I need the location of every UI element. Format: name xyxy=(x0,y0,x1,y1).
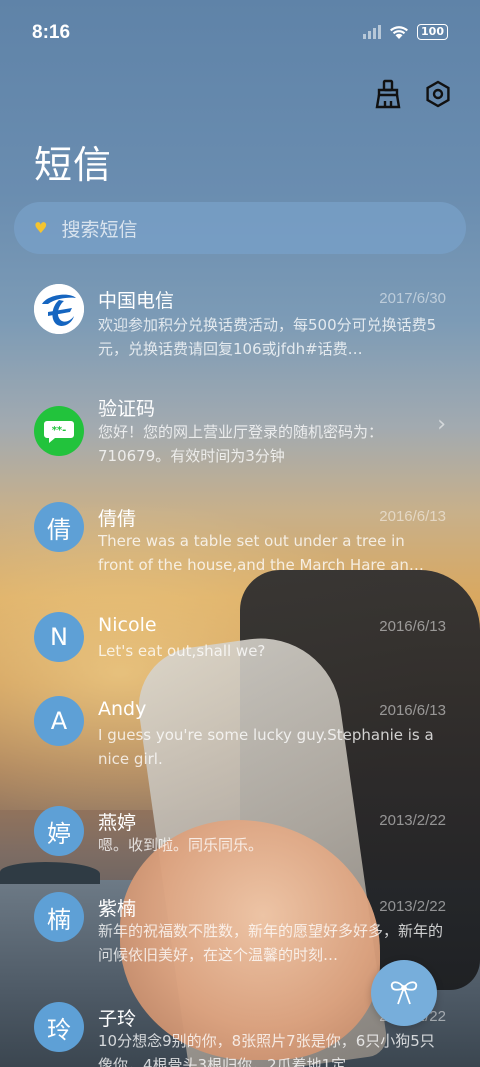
thread-name: 子玲 xyxy=(98,1008,137,1030)
thread-name: 紫楠 xyxy=(98,898,137,920)
search-input[interactable]: ♥ 搜索短信 xyxy=(14,202,466,254)
battery-indicator: 100 xyxy=(417,24,448,40)
thread-date: 2016/6/13 xyxy=(379,508,446,525)
thread-preview: I guess you're some lucky guy.Stephanie … xyxy=(98,726,434,768)
broom-icon xyxy=(375,79,401,109)
thread-date: 2016/6/13 xyxy=(379,618,446,635)
bow-icon xyxy=(390,981,418,1005)
status-bar: 8:16 100 xyxy=(0,0,480,64)
chat-bubble-icon: **- xyxy=(34,406,84,456)
svg-text:**-: **- xyxy=(52,425,67,436)
thread-name: Nicole xyxy=(98,614,157,636)
thread-name: 倩倩 xyxy=(98,508,137,530)
thread-name: 燕婷 xyxy=(98,812,137,834)
thread-name: 中国电信 xyxy=(98,290,175,312)
china-telecom-logo xyxy=(34,284,84,334)
thread-name: Andy xyxy=(98,698,147,720)
avatar: 楠 xyxy=(34,892,84,942)
avatar: A xyxy=(34,696,84,746)
avatar: 婷 xyxy=(34,806,84,856)
heart-icon: ♥ xyxy=(34,219,48,237)
search-placeholder: 搜索短信 xyxy=(61,218,138,241)
thread-date: 2016/6/13 xyxy=(379,702,446,719)
settings-icon xyxy=(426,80,450,108)
thread-date: 2013/2/22 xyxy=(379,898,446,915)
thread-preview: There was a table set out under a tree i… xyxy=(98,532,424,574)
compose-button[interactable] xyxy=(371,960,437,1026)
avatar: 倩 xyxy=(34,502,84,552)
page-title: 短信 xyxy=(34,143,113,187)
wifi-icon xyxy=(390,26,409,39)
thread-preview: 新年的祝福数不胜数，新年的愿望好多好多，新年的问候依旧美好，在这个温馨的时刻… xyxy=(98,922,444,964)
avatar: 玲 xyxy=(34,1002,84,1052)
thread-preview: 欢迎参加积分兑换话费活动，每500分可兑换话费5元，兑换话费请回复106或jfd… xyxy=(98,316,437,358)
thread-preview: 嗯。收到啦。同乐同乐。 xyxy=(98,836,264,854)
thread-preview: Let's eat out,shall we? xyxy=(98,642,266,660)
thread-preview: 您好！您的网上营业厅登录的随机密码为：710679。有效时间为3分钟 xyxy=(98,423,384,465)
chevron-right-icon: › xyxy=(437,412,446,437)
thread-preview: 10分想念9别的你，8张照片7张是你，6只小狗5只像你，4根骨头3根归你，2爪着… xyxy=(98,1032,435,1067)
signal-icon xyxy=(363,25,382,39)
status-time: 8:16 xyxy=(32,22,71,43)
thread-date: 2017/6/30 xyxy=(379,290,446,307)
thread-date: 2013/2/22 xyxy=(379,812,446,829)
clean-button[interactable] xyxy=(372,78,404,110)
settings-button[interactable] xyxy=(422,78,454,110)
thread-name: 验证码 xyxy=(98,398,156,420)
avatar: N xyxy=(34,612,84,662)
